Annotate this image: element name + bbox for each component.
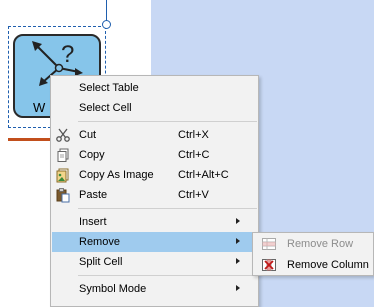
submenu-arrow-icon (236, 258, 240, 264)
remove-submenu: Remove Row Remove Column (252, 232, 374, 276)
remove-row-icon (262, 238, 276, 250)
scissors-icon (56, 128, 70, 142)
menu-item-symbol-mode[interactable]: Symbol Mode (52, 279, 257, 299)
menu-separator (78, 121, 257, 122)
menu-item-cut[interactable]: Cut Ctrl+X (52, 125, 257, 145)
copy-icon (57, 148, 69, 162)
menu-item-split-cell[interactable]: Split Cell (52, 252, 257, 272)
menu-item-select-cell[interactable]: Select Cell (52, 98, 257, 118)
menu-item-insert[interactable]: Insert (52, 212, 257, 232)
copy-image-icon (56, 168, 69, 183)
menu-item-copy-as-image[interactable]: Copy As Image Ctrl+Alt+C (52, 165, 257, 185)
svg-text:?: ? (61, 41, 74, 68)
connector-line (8, 138, 50, 141)
submenu-arrow-icon (236, 238, 240, 244)
menu-separator (78, 208, 257, 209)
rotation-handle[interactable] (102, 20, 111, 29)
symbol-label: W (33, 100, 46, 115)
menu-item-paste[interactable]: Paste Ctrl+V (52, 185, 257, 205)
submenu-item-remove-row[interactable]: Remove Row (254, 234, 374, 254)
menu-item-copy[interactable]: Copy Ctrl+C (52, 145, 257, 165)
submenu-arrow-icon (236, 285, 240, 291)
menu-separator (78, 275, 257, 276)
paste-icon (56, 188, 70, 203)
submenu-item-remove-column[interactable]: Remove Column (254, 255, 374, 275)
menu-item-select-table[interactable]: Select Table (52, 78, 257, 98)
submenu-arrow-icon (236, 218, 240, 224)
menu-item-remove[interactable]: Remove (52, 232, 257, 252)
rotation-handle-line (106, 0, 107, 21)
context-menu: Select Table Select Cell Cut Ctrl+X Copy… (50, 75, 259, 307)
remove-column-icon (262, 259, 276, 271)
